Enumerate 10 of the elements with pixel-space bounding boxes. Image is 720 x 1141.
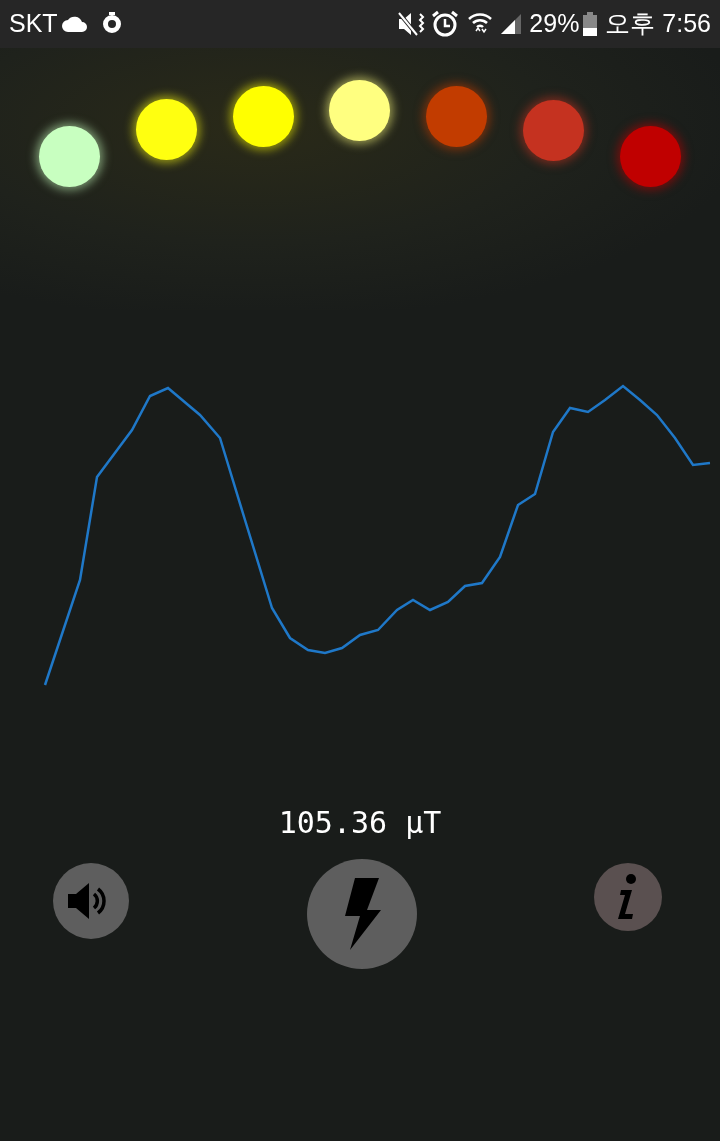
signal-icon — [499, 12, 524, 36]
clock-time: 오후 7:56 — [605, 8, 711, 40]
battery-percent: 29% — [529, 8, 580, 40]
alarm-clock-icon — [431, 10, 460, 38]
battery-icon — [583, 12, 598, 36]
mute-vibrate-icon — [397, 11, 426, 37]
cloud-icon — [61, 16, 88, 32]
lightning-bolt-icon — [342, 878, 381, 950]
magnetic-reading: 105.36 μT — [278, 804, 442, 842]
carrier-name: SKT — [9, 8, 58, 40]
